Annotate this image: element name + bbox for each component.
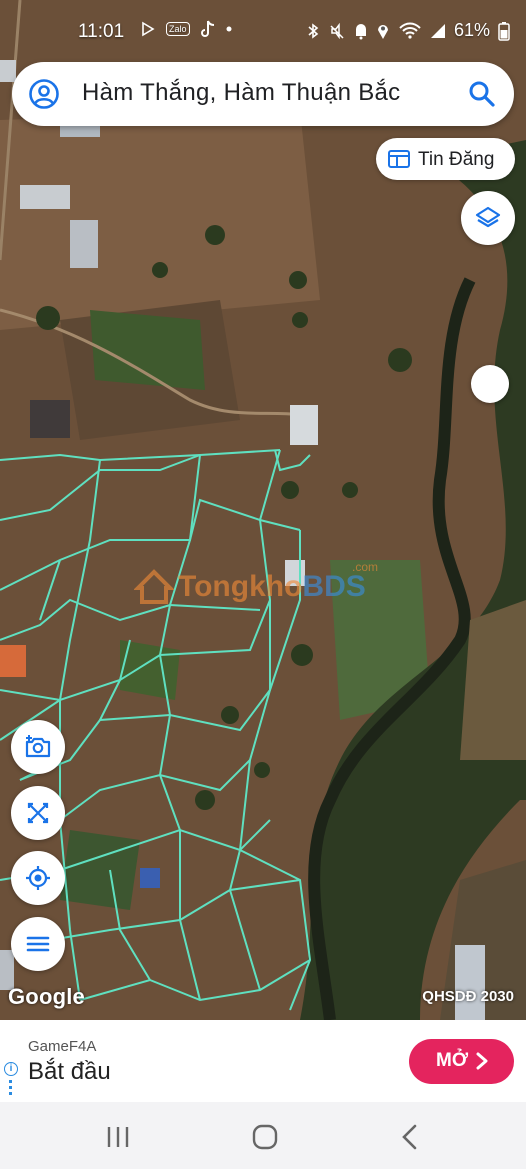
ad-advertiser: GameF4A bbox=[28, 1038, 97, 1055]
google-logo: Google bbox=[8, 984, 85, 1009]
search-bar[interactable]: Hàm Thắng, Hàm Thuận Bắc bbox=[12, 62, 514, 126]
listings-button[interactable]: Tin Đăng bbox=[376, 138, 515, 180]
menu-button[interactable] bbox=[11, 917, 65, 971]
status-bar: 11:01 Zalo 61% bbox=[0, 0, 526, 60]
watermark-domain: .com bbox=[352, 560, 379, 574]
camera-button[interactable] bbox=[11, 720, 65, 774]
camera-icon bbox=[25, 735, 51, 758]
ad-open-button[interactable]: MỞ bbox=[409, 1039, 514, 1084]
opacity-slider-handle[interactable] bbox=[471, 365, 509, 403]
measure-button[interactable] bbox=[11, 786, 65, 840]
measure-icon bbox=[27, 802, 49, 824]
battery-icon bbox=[498, 21, 510, 41]
battery-level: 61% bbox=[453, 20, 490, 40]
plan-layer-label: QHSDĐ 2030 bbox=[422, 988, 514, 1005]
search-icon[interactable] bbox=[468, 80, 496, 108]
status-notification-icons: Zalo bbox=[140, 20, 232, 38]
location-pin-icon bbox=[377, 24, 388, 39]
search-input[interactable]: Hàm Thắng, Hàm Thuận Bắc bbox=[82, 79, 400, 107]
dot-icon bbox=[226, 26, 232, 32]
tongkho-watermark: TongkhoBDS .com bbox=[132, 560, 402, 620]
house-logo-icon bbox=[134, 569, 174, 604]
home-icon[interactable] bbox=[245, 1122, 285, 1152]
wifi-icon bbox=[399, 22, 421, 39]
back-icon[interactable] bbox=[390, 1122, 430, 1152]
ad-open-label: MỞ bbox=[436, 1050, 469, 1071]
zalo-icon: Zalo bbox=[166, 22, 190, 36]
listing-icon bbox=[388, 150, 410, 168]
account-icon[interactable] bbox=[28, 78, 60, 110]
alarm-icon bbox=[355, 23, 366, 39]
my-location-button[interactable] bbox=[11, 851, 65, 905]
chevron-right-icon bbox=[476, 1052, 488, 1070]
signal-icon bbox=[430, 23, 445, 38]
play-store-icon bbox=[142, 21, 155, 37]
system-navigation-bar bbox=[0, 1102, 526, 1169]
status-time: 11:01 bbox=[78, 21, 125, 42]
listings-label: Tin Đăng bbox=[418, 149, 495, 170]
location-icon bbox=[26, 866, 50, 890]
ad-info-icon[interactable]: i bbox=[4, 1062, 18, 1076]
tiktok-icon bbox=[200, 20, 214, 37]
layers-icon bbox=[475, 206, 501, 228]
watermark-text: TongkhoBDS bbox=[178, 570, 366, 603]
ad-headline: Bắt đầu bbox=[28, 1058, 111, 1085]
menu-icon bbox=[26, 936, 50, 952]
recent-apps-icon[interactable] bbox=[98, 1122, 138, 1152]
mute-icon bbox=[330, 22, 344, 39]
status-system-icons: 61% bbox=[306, 20, 510, 41]
bluetooth-icon bbox=[308, 22, 319, 39]
layers-button[interactable] bbox=[461, 191, 515, 245]
ad-choices-dots bbox=[9, 1080, 12, 1098]
